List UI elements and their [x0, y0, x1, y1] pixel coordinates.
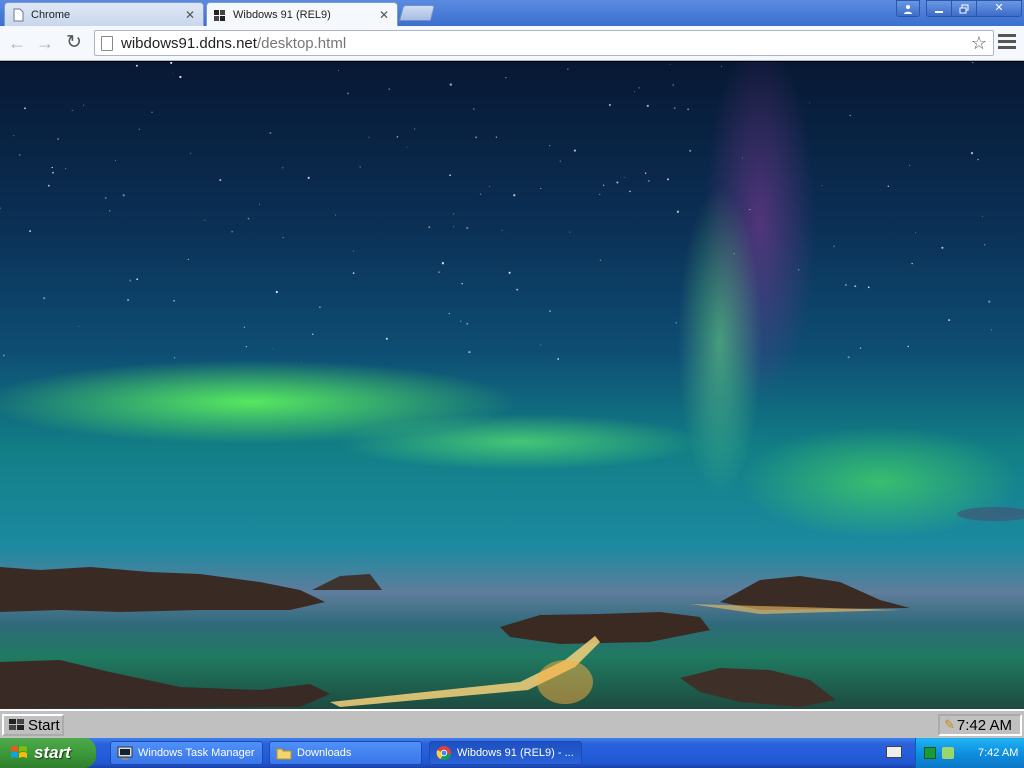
chrome-icon: [436, 746, 451, 761]
taskbar-button-chrome[interactable]: Wibdows 91 (REL9) - ...: [429, 741, 582, 765]
start-label: start: [34, 743, 71, 762]
xp-taskbar: start Windows Task Manager Downloads Wib…: [0, 738, 1024, 768]
forward-button[interactable]: →: [33, 32, 57, 54]
win91-start-button[interactable]: Start: [2, 714, 64, 736]
wibdows-logo-icon: [9, 719, 24, 730]
win91-system-tray: ✎ 7:42 AM: [938, 714, 1022, 736]
tab-chrome[interactable]: Chrome ✕: [4, 2, 204, 26]
close-window-button[interactable]: ✕: [976, 0, 1022, 17]
reload-icon: ↻: [66, 32, 82, 53]
address-bar[interactable]: wibdows91.ddns.net/desktop.html ☆: [94, 30, 994, 56]
reload-button[interactable]: ↻: [62, 32, 86, 54]
browser-toolbar: ← → ↻ wibdows91.ddns.net/desktop.html ☆: [0, 26, 1024, 61]
xp-start-button[interactable]: start: [0, 738, 96, 768]
page-viewport: [0, 62, 1024, 709]
taskbar-button-task-manager[interactable]: Windows Task Manager: [110, 741, 263, 765]
landscape-silhouette: [0, 507, 1024, 709]
task-label: Downloads: [297, 747, 352, 759]
task-label: Windows Task Manager: [138, 747, 255, 759]
taskbar-button-downloads[interactable]: Downloads: [269, 741, 422, 765]
folder-icon: [276, 748, 292, 760]
minimize-button[interactable]: [926, 0, 952, 17]
xp-clock: 7:42 AM: [978, 747, 1019, 759]
win91-clock: 7:42 AM: [956, 716, 1012, 734]
windows-flag-icon: [11, 746, 27, 758]
browser-tab-strip: Chrome ✕ Wibdows 91 (REL9) ✕ ✕: [0, 0, 1024, 26]
keyboard-icon[interactable]: [886, 746, 902, 758]
task-label: Wibdows 91 (REL9) - ...: [457, 747, 574, 759]
close-tab-icon[interactable]: ✕: [183, 8, 197, 22]
close-tab-icon[interactable]: ✕: [377, 8, 391, 22]
win91-taskbar: Start ✎ 7:42 AM: [0, 709, 1024, 738]
restore-icon: [959, 4, 969, 14]
green-square-icon[interactable]: [924, 747, 936, 759]
task-manager-icon: [117, 746, 133, 760]
close-icon: ✕: [994, 2, 1004, 14]
tab-wibdows[interactable]: Wibdows 91 (REL9) ✕: [206, 2, 398, 26]
network-icon[interactable]: [942, 747, 954, 759]
pencil-icon[interactable]: ✎: [944, 717, 955, 733]
page-icon: [101, 35, 113, 51]
new-tab-button[interactable]: [398, 5, 436, 21]
chrome-menu-button[interactable]: [998, 34, 1016, 52]
restore-button[interactable]: [951, 0, 977, 17]
page-icon: [13, 8, 24, 21]
back-button[interactable]: ←: [5, 32, 29, 54]
tab-title: Wibdows 91 (REL9): [233, 8, 331, 21]
minimize-icon: [935, 11, 943, 13]
user-profile-button[interactable]: [896, 0, 920, 17]
user-icon: [904, 5, 912, 14]
arrow-right-icon: →: [36, 33, 54, 53]
xp-system-tray: 7:42 AM: [915, 738, 1024, 768]
wibdows-logo-icon: [214, 9, 225, 21]
start-label: Start: [28, 716, 60, 734]
bookmark-star-icon[interactable]: ☆: [971, 33, 987, 54]
tab-title: Chrome: [31, 8, 71, 21]
arrow-left-icon: ←: [8, 33, 26, 53]
url-path: /desktop.html: [256, 34, 347, 52]
url-host: wibdows91.ddns.net: [121, 34, 257, 52]
